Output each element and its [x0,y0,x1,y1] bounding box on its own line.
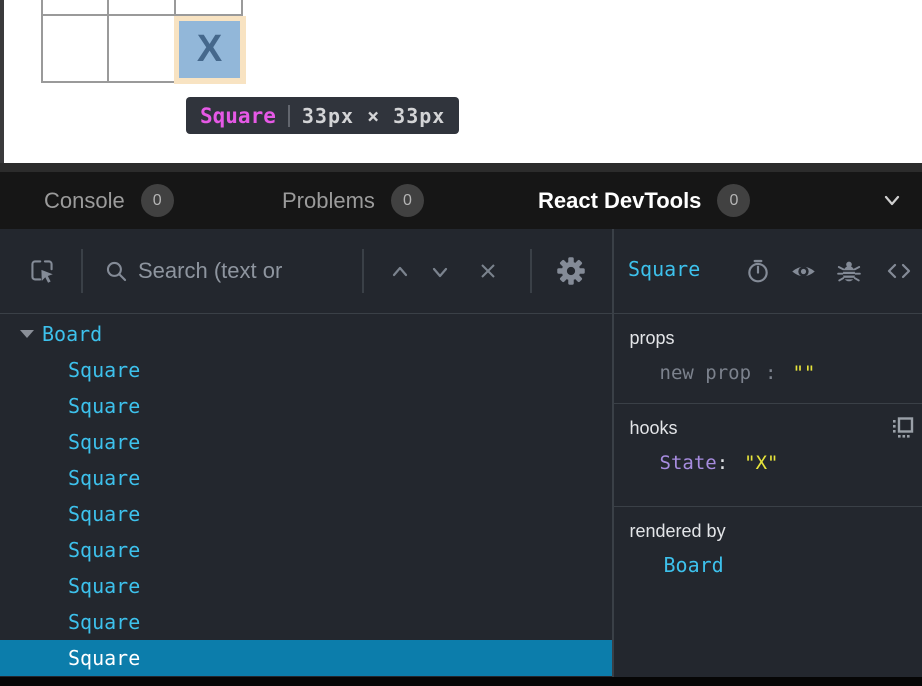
props-section: props new prop : "" [614,314,922,404]
selected-component-title: Square [628,257,700,281]
tooltip-component-name: Square [200,104,276,128]
rendered-by-section: rendered by Board [614,507,922,677]
tree-row-square-8[interactable]: Square [0,604,612,640]
new-prop-row[interactable]: new prop : "" [630,362,907,384]
component-name: Square [68,610,140,634]
component-name: Square [68,502,140,526]
tree-row-square-7[interactable]: Square [0,568,612,604]
browser-viewport: X Square 33px × 33px [0,0,922,163]
hook-name: State [660,452,717,474]
tab-count-badge: 0 [141,184,174,217]
hook-colon: : [717,452,728,474]
window-left-edge [0,0,4,163]
rendered-by-title: rendered by [630,507,907,542]
component-name: Square [68,646,140,670]
tab-label: Console [44,188,125,214]
renderer-link-board[interactable]: Board [630,553,907,577]
tab-problems[interactable]: Problems 0 [282,172,424,229]
previous-match-icon[interactable] [388,261,412,283]
tooltip-divider [288,105,290,127]
expand-arrow-icon[interactable] [20,330,34,338]
tab-count-badge: 0 [717,184,750,217]
tab-label: React DevTools [538,188,701,214]
search-icon [104,259,129,284]
component-name: Square [68,394,140,418]
tree-row-square-9[interactable]: Square [0,640,612,676]
hook-state-row[interactable]: State: "X" [630,452,907,474]
tree-row-square-4[interactable]: Square [0,460,612,496]
grid-line [41,0,43,83]
components-tree: Board Square Square Square Square Square Squar… [0,314,612,677]
prop-colon: : [765,362,776,384]
component-name: Square [68,466,140,490]
settings-gear-icon[interactable] [556,256,586,286]
bottom-edge-strip [0,677,922,686]
inspect-element-icon[interactable] [28,257,56,285]
log-data-bug-icon[interactable] [836,258,862,284]
tab-bar-top-edge [0,163,922,172]
tab-count-badge: 0 [391,184,424,217]
clear-search-icon[interactable] [476,259,500,283]
devtools-window: X Square 33px × 33px Console 0 Problems … [0,0,922,686]
tree-row-square-2[interactable]: Square [0,388,612,424]
inspect-tooltip: Square 33px × 33px [186,97,459,134]
tree-row-board-0[interactable]: Board [0,316,612,352]
component-name: Board [42,322,102,346]
board-cell-value: X [197,28,222,71]
tab-console[interactable]: Console 0 [44,172,174,229]
props-section-title: props [630,314,907,349]
parse-hook-names-icon[interactable] [892,417,914,439]
view-source-icon[interactable] [884,259,914,283]
new-prop-input[interactable]: new prop [660,362,752,384]
component-details-panel: props new prop : "" hooks [614,314,922,677]
toolbar-divider [530,249,532,293]
hooks-section: hooks State: "X" [614,404,922,507]
tree-row-square-3[interactable]: Square [0,424,612,460]
suspend-timer-icon[interactable] [745,258,771,284]
react-devtools-content: Board Square Square Square Square Square Squar… [0,314,922,677]
new-prop-value-input[interactable]: "" [792,362,815,384]
hooks-section-title: hooks [630,404,907,439]
chevron-down-icon[interactable] [880,188,904,212]
next-match-icon[interactable] [428,261,452,283]
grid-line [107,0,109,83]
tooltip-dimensions: 33px × 33px [302,104,445,128]
toolbar-divider [81,249,83,293]
react-devtools-toolbar: Square [0,229,922,314]
component-name: Square [68,358,140,382]
tree-row-square-5[interactable]: Square [0,496,612,532]
tab-label: Problems [282,188,375,214]
component-name: Square [68,574,140,598]
component-name: Square [68,430,140,454]
tree-row-square-1[interactable]: Square [0,352,612,388]
devtools-tab-bar: Console 0 Problems 0 React DevTools 0 [0,172,922,229]
tree-row-square-6[interactable]: Square [0,532,612,568]
search-input[interactable] [138,253,356,289]
highlight-content-overlay[interactable]: X [179,21,240,78]
toolbar-divider [362,249,364,293]
hook-value[interactable]: "X" [744,452,778,474]
tab-react-devtools[interactable]: React DevTools 0 [538,172,750,229]
component-name: Square [68,538,140,562]
inspect-dom-eye-icon[interactable] [790,258,817,285]
